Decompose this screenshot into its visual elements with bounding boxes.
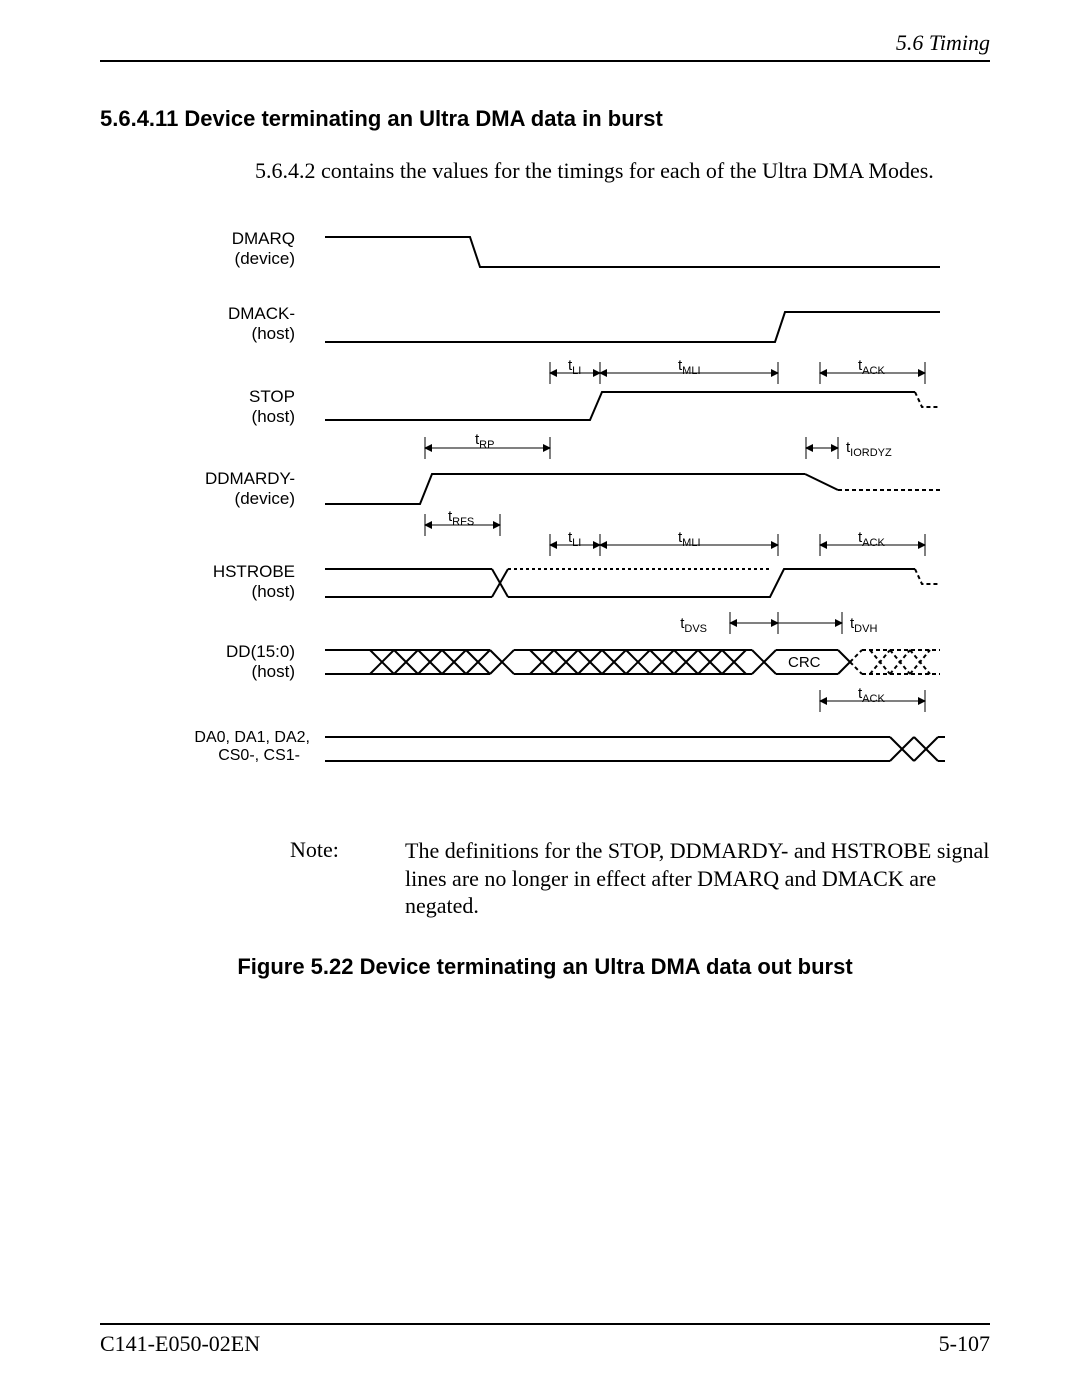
svg-text:tRFS: tRFS — [448, 508, 474, 528]
label-dmarq: DMARQ — [232, 229, 295, 248]
timing-row-2: tLI tMLI tACK — [550, 529, 925, 556]
wave-da — [325, 737, 945, 761]
timing-tdvs-tdvh: tDVS tDVH — [680, 612, 877, 635]
timing-tiordyz: tIORDYZ — [806, 437, 892, 459]
timing-tack-bottom: tACK — [820, 685, 925, 712]
label-ddmardy: DDMARDY- — [205, 469, 295, 488]
wave-stop — [325, 392, 915, 420]
label-da2: CS0-, CS1- — [218, 747, 300, 764]
note-label: Note: — [290, 837, 405, 920]
svg-text:tDVH: tDVH — [850, 615, 877, 635]
label-stop: STOP — [249, 387, 295, 406]
section-heading: 5.6.4.11 Device terminating an Ultra DMA… — [100, 106, 990, 132]
timing-diagram: DMARQ (device) DMACK- (host) tLI tMLI tA… — [170, 212, 970, 807]
crc-label: CRC — [788, 654, 821, 671]
svg-text:tIORDYZ: tIORDYZ — [846, 439, 892, 459]
timing-trp: tRP — [425, 431, 550, 459]
label-stop-src: (host) — [252, 407, 295, 426]
label-da: DA0, DA1, DA2, — [194, 729, 310, 746]
label-dd: DD(15:0) — [226, 642, 295, 661]
timing-row-1: tLI tMLI tACK — [550, 357, 925, 384]
wave-ddmardy — [325, 474, 805, 504]
footer-page: 5-107 — [939, 1331, 990, 1357]
label-ddmardy-src: (device) — [235, 489, 295, 508]
footer-doc: C141-E050-02EN — [100, 1331, 260, 1357]
label-dmarq-src: (device) — [235, 249, 295, 268]
page-header: 5.6 Timing — [100, 30, 990, 62]
page-footer: C141-E050-02EN 5-107 — [100, 1323, 990, 1357]
label-hstrobe: HSTROBE — [213, 562, 295, 581]
intro-paragraph: 5.6.4.2 contains the values for the timi… — [255, 158, 990, 184]
svg-text:tLI: tLI — [568, 529, 581, 549]
label-dmack: DMACK- — [228, 304, 295, 323]
svg-text:tMLI: tMLI — [678, 529, 701, 549]
label-hstrobe-src: (host) — [252, 582, 295, 601]
svg-text:tMLI: tMLI — [678, 357, 701, 377]
note-block: Note: The definitions for the STOP, DDMA… — [290, 837, 990, 920]
svg-text:tACK: tACK — [858, 357, 885, 377]
svg-text:tACK: tACK — [858, 685, 885, 705]
label-dmack-src: (host) — [252, 324, 295, 343]
wave-dd — [325, 650, 940, 674]
svg-text:tDVS: tDVS — [680, 615, 707, 635]
label-dd-src: (host) — [252, 662, 295, 681]
wave-dmarq — [325, 237, 940, 267]
svg-text:tACK: tACK — [858, 529, 885, 549]
svg-text:tLI: tLI — [568, 357, 581, 377]
timing-trfs: tRFS — [425, 508, 500, 536]
wave-dmack — [325, 312, 940, 342]
note-text: The definitions for the STOP, DDMARDY- a… — [405, 837, 990, 920]
figure-caption: Figure 5.22 Device terminating an Ultra … — [100, 954, 990, 980]
